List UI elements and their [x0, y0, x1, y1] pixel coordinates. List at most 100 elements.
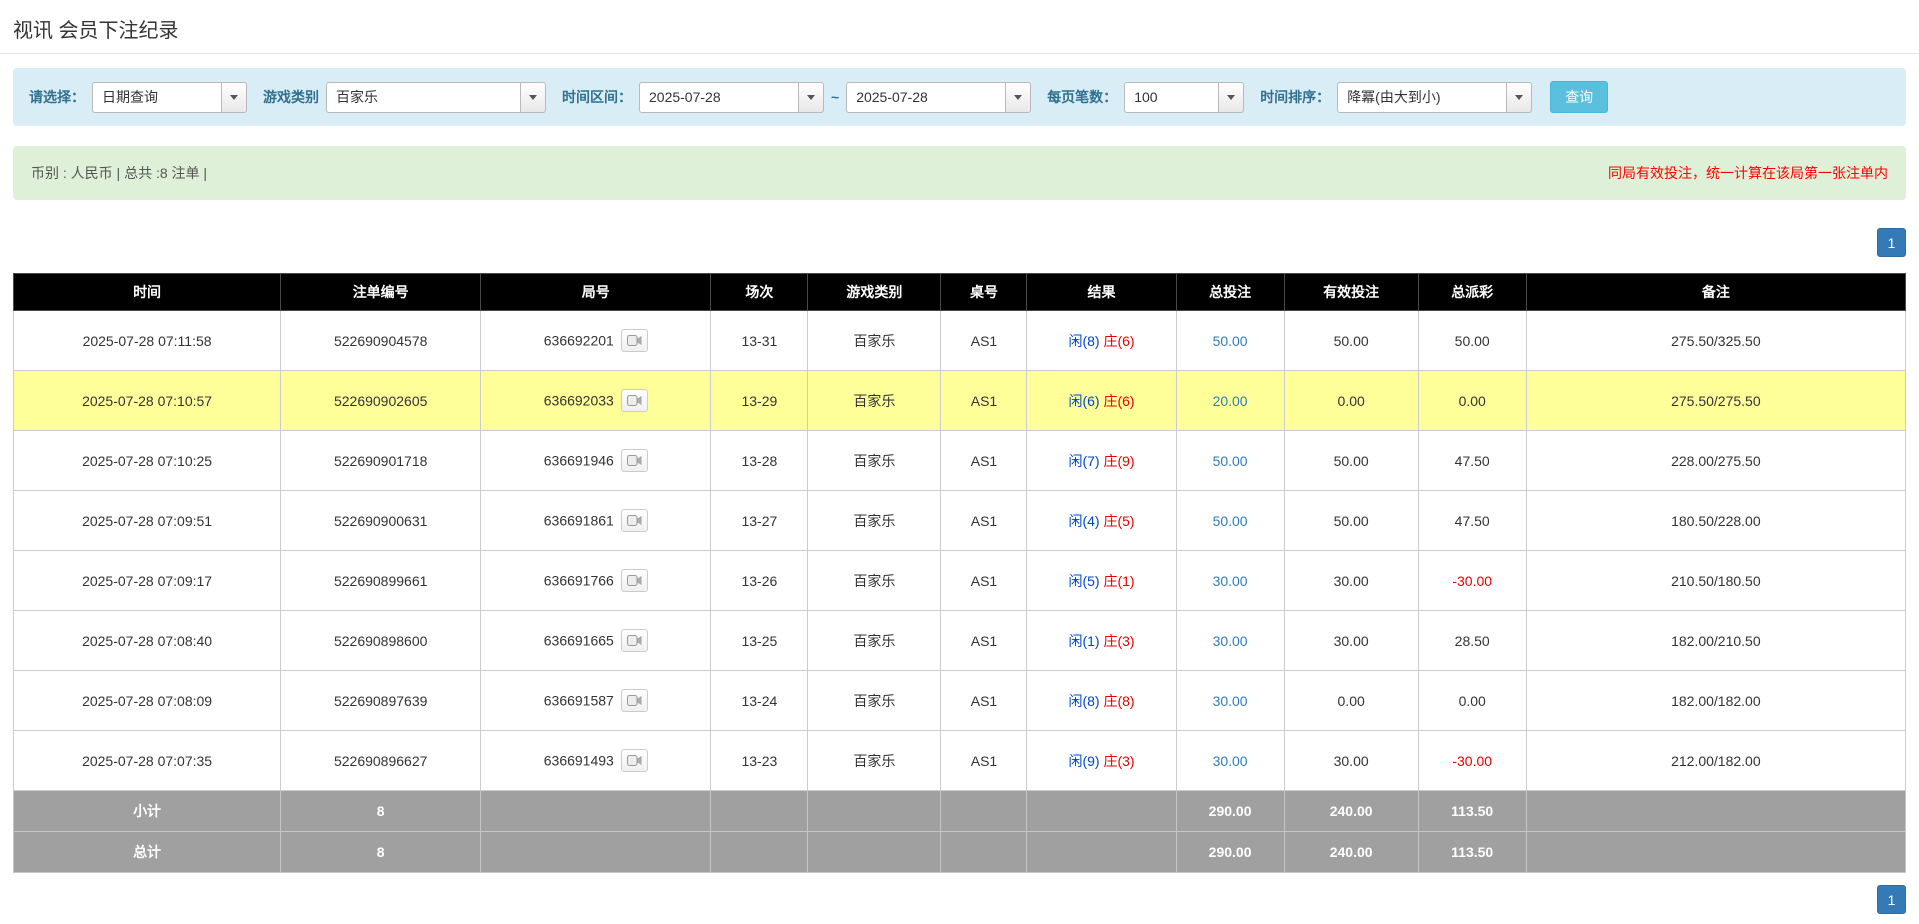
- page-size-dropdown-button[interactable]: [1218, 82, 1244, 113]
- remark-cell: 182.00/210.50: [1526, 611, 1905, 671]
- table-no-cell: AS1: [941, 671, 1027, 731]
- header-session: 场次: [711, 274, 808, 311]
- footer-total-bet-cell: 290.00: [1176, 791, 1284, 832]
- remark-cell: 182.00/182.00: [1526, 671, 1905, 731]
- footer-count-cell: 8: [281, 791, 481, 832]
- session-cell: 13-24: [711, 671, 808, 731]
- player-result: 闲(8): [1068, 693, 1099, 709]
- subtotal-row: 小计8290.00240.00113.50: [14, 791, 1906, 832]
- result-cell: 闲(7) 庄(9): [1027, 431, 1176, 491]
- footer-label-cell: 小计: [14, 791, 281, 832]
- page-1-button[interactable]: 1: [1877, 228, 1906, 257]
- payout-cell: 50.00: [1418, 311, 1526, 371]
- payout-cell: 47.50: [1418, 491, 1526, 551]
- sort-input[interactable]: [1337, 82, 1507, 113]
- valid-bet-cell: 50.00: [1284, 311, 1418, 371]
- session-cell: 13-25: [711, 611, 808, 671]
- search-button[interactable]: 查询: [1550, 81, 1608, 113]
- bet-id-cell: 522690900631: [281, 491, 481, 551]
- view-round-result-button[interactable]: [621, 689, 648, 712]
- banker-result: 庄(6): [1103, 393, 1134, 409]
- total-bet-cell: 50.00: [1176, 311, 1284, 371]
- summary-bar: 币别 : 人民币 | 总共 :8 注单 | 同局有效投注，统一计算在该局第一张注…: [13, 146, 1906, 200]
- total-bet-cell: 30.00: [1176, 671, 1284, 731]
- result-cell: 闲(6) 庄(6): [1027, 371, 1176, 431]
- date-to-input[interactable]: [846, 82, 1006, 113]
- total-bet-link[interactable]: 50.00: [1213, 333, 1248, 349]
- bet-id-cell: 522690896627: [281, 731, 481, 791]
- total-bet-link[interactable]: 30.00: [1213, 633, 1248, 649]
- query-type-group: 请选择：: [29, 82, 247, 113]
- session-cell: 13-23: [711, 731, 808, 791]
- game-type-dropdown-button[interactable]: [520, 82, 546, 113]
- total-bet-link[interactable]: 50.00: [1213, 453, 1248, 469]
- footer-empty-cell: [1027, 791, 1176, 832]
- header-valid-bet: 有效投注: [1284, 274, 1418, 311]
- view-round-result-button[interactable]: [621, 329, 648, 352]
- footer-count-cell: 8: [281, 832, 481, 873]
- header-row: 时间 注单编号 局号 场次 游戏类别 桌号 结果 总投注 有效投注 总派彩 备注: [14, 274, 1906, 311]
- valid-bet-cell: 30.00: [1284, 551, 1418, 611]
- round-cell: 636691766: [481, 551, 711, 611]
- total-bet-link[interactable]: 30.00: [1213, 573, 1248, 589]
- round-id: 636692033: [544, 393, 614, 409]
- payout-cell: -30.00: [1418, 731, 1526, 791]
- total-bet-link[interactable]: 20.00: [1213, 393, 1248, 409]
- round-cell: 636691861: [481, 491, 711, 551]
- total-bet-link[interactable]: 30.00: [1213, 753, 1248, 769]
- valid-bet-notice: 同局有效投注，统一计算在该局第一张注单内: [1608, 163, 1888, 183]
- valid-bet-cell: 50.00: [1284, 431, 1418, 491]
- page-size-input[interactable]: [1124, 82, 1219, 113]
- table-row: 2025-07-28 07:09:17522690899661636691766…: [14, 551, 1906, 611]
- page-size-label: 每页笔数：: [1047, 87, 1117, 107]
- date-from-input[interactable]: [639, 82, 799, 113]
- valid-bet-cell: 30.00: [1284, 611, 1418, 671]
- total-bet-cell: 30.00: [1176, 611, 1284, 671]
- date-range-group: 时间区间： ~: [562, 82, 1031, 113]
- date-to-dropdown-button[interactable]: [1005, 82, 1031, 113]
- time-cell: 2025-07-28 07:08:09: [14, 671, 281, 731]
- sort-dropdown-button[interactable]: [1506, 82, 1532, 113]
- table-row: 2025-07-28 07:08:09522690897639636691587…: [14, 671, 1906, 731]
- video-icon: [627, 754, 642, 767]
- game-type-input[interactable]: [326, 82, 521, 113]
- total-bet-cell: 30.00: [1176, 731, 1284, 791]
- view-round-result-button[interactable]: [621, 629, 648, 652]
- game-type-label: 游戏类别: [263, 87, 319, 107]
- view-round-result-button[interactable]: [621, 389, 648, 412]
- round-id: 636691766: [544, 573, 614, 589]
- table-row: 2025-07-28 07:10:57522690902605636692033…: [14, 371, 1906, 431]
- header-game-type: 游戏类别: [808, 274, 941, 311]
- view-round-result-button[interactable]: [621, 509, 648, 532]
- total-bet-link[interactable]: 30.00: [1213, 693, 1248, 709]
- date-from-dropdown-button[interactable]: [798, 82, 824, 113]
- query-type-dropdown-button[interactable]: [221, 82, 247, 113]
- footer-empty-cell: [808, 791, 941, 832]
- view-round-result-button[interactable]: [621, 569, 648, 592]
- total-bet-link[interactable]: 50.00: [1213, 513, 1248, 529]
- view-round-result-button[interactable]: [621, 449, 648, 472]
- player-result: 闲(1): [1068, 633, 1099, 649]
- page-1-button[interactable]: 1: [1877, 885, 1906, 914]
- time-cell: 2025-07-28 07:10:57: [14, 371, 281, 431]
- currency-summary-text: 币别 : 人民币 | 总共 :8 注单 |: [31, 163, 207, 183]
- bet-id-cell: 522690901718: [281, 431, 481, 491]
- query-type-input[interactable]: [92, 82, 222, 113]
- bet-id-cell: 522690899661: [281, 551, 481, 611]
- bet-records-table: 时间 注单编号 局号 场次 游戏类别 桌号 结果 总投注 有效投注 总派彩 备注…: [13, 273, 1906, 873]
- result-cell: 闲(9) 庄(3): [1027, 731, 1176, 791]
- round-id: 636691861: [544, 513, 614, 529]
- session-cell: 13-26: [711, 551, 808, 611]
- page-size-combo: [1124, 82, 1244, 113]
- game-type-cell: 百家乐: [808, 491, 941, 551]
- chevron-down-icon: [230, 95, 238, 100]
- view-round-result-button[interactable]: [621, 749, 648, 772]
- filter-bar: 请选择： 游戏类别 时间区间： ~ 每页笔数： 时间排序：: [13, 68, 1906, 126]
- bet-id-cell: 522690898600: [281, 611, 481, 671]
- date-range-label: 时间区间：: [562, 87, 632, 107]
- result-cell: 闲(4) 庄(5): [1027, 491, 1176, 551]
- video-icon: [627, 694, 642, 707]
- player-result: 闲(7): [1068, 453, 1099, 469]
- total-bet-cell: 50.00: [1176, 431, 1284, 491]
- round-id: 636691946: [544, 453, 614, 469]
